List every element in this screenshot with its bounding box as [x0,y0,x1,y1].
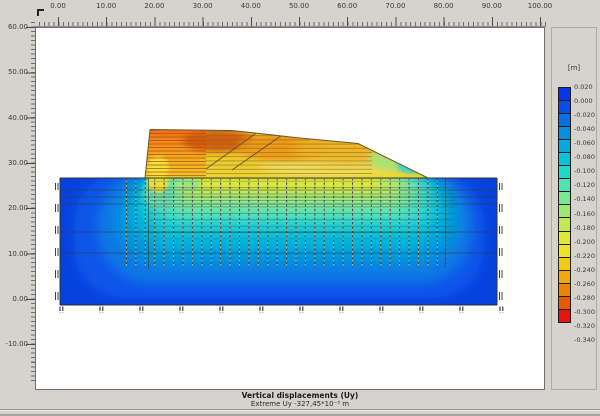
top-ruler-label: 30.00 [193,2,213,10]
top-ruler-label: 50.00 [289,2,309,10]
colorbar-cell [558,191,571,205]
soil-block [60,169,497,305]
colorbar-value: -0.060 [574,139,595,147]
top-ruler-label: 90.00 [482,2,502,10]
top-ruler-ticks [35,13,546,27]
colorbar-value: -0.120 [574,181,595,189]
legend-panel: [m] 0.020 0.000 -0.020 -0.040 -0.060 -0.080 -0… [551,27,597,390]
colorbar-cell [558,152,571,166]
colorbar-value: -0.160 [574,210,595,218]
right-roller-symbols [499,183,505,307]
colorbar-cell [558,217,571,231]
colorbar-value: -0.300 [574,308,595,316]
left-ruler-label: 20.00 [8,204,28,212]
plot-canvas[interactable] [35,27,545,390]
embankment [144,128,431,180]
legend-colorbar [558,87,571,323]
top-ruler: 0.00 10.00 20.00 30.00 40.00 50.00 60.00… [35,2,547,12]
colorbar-cell [558,126,571,140]
legend-unit-label: [m] [552,64,596,72]
colorbar-cell [558,165,571,179]
colorbar-cell [558,178,571,192]
colorbar-cell [558,296,571,310]
top-ruler-label: 40.00 [241,2,261,10]
top-ruler-label: 10.00 [96,2,116,10]
displacement-contour-plot [36,28,544,389]
left-ruler-label: 50.00 [8,68,28,76]
plot-title: Vertical displacements (Uy) [0,391,600,400]
vertical-drains [124,179,447,267]
top-ruler-label: 100.00 [528,2,553,10]
colorbar-cell [558,87,571,101]
top-ruler-label: 60.00 [337,2,357,10]
left-roller-symbols [54,183,60,307]
colorbar-value: -0.280 [574,294,595,302]
colorbar-value: -0.240 [574,266,595,274]
statusbar-divider-highlight [0,410,600,411]
colorbar-value: -0.260 [574,280,595,288]
colorbar-value: 0.000 [574,97,593,105]
left-ruler-label: -10.00 [5,340,28,348]
colorbar-cell [558,244,571,258]
colorbar-value: -0.320 [574,322,595,330]
colorbar-value: -0.100 [574,167,595,175]
colorbar-cell [558,231,571,245]
colorbar-value: -0.220 [574,252,595,260]
left-ruler-ticks [26,22,35,388]
extreme-value-label: Extreme Uy -327,45*10⁻³ m [0,400,600,408]
left-ruler: 60.00 50.00 40.00 30.00 20.00 10.00 0.00… [4,22,28,362]
colorbar-cell [558,309,571,323]
colorbar-value: -0.040 [574,125,595,133]
colorbar-cell [558,100,571,114]
colorbar-cell [558,139,571,153]
colorbar-value: -0.020 [574,111,595,119]
colorbar-cell [558,283,571,297]
colorbar-cell [558,204,571,218]
legend-labels: 0.0200.000-0.020-0.040-0.060-0.080-0.100… [574,87,598,347]
embankment-layer-lines [206,131,372,177]
left-ruler-label: 30.00 [8,159,28,167]
top-ruler-label: 20.00 [144,2,164,10]
colorbar-value: -0.080 [574,153,595,161]
colorbar-value: -0.200 [574,238,595,246]
left-ruler-label: 40.00 [8,114,28,122]
colorbar-value: -0.340 [574,336,595,344]
plot-caption: Vertical displacements (Uy) Extreme Uy -… [0,391,600,408]
left-ruler-label: 10.00 [8,250,28,258]
bottom-fixity-symbols [58,307,504,313]
colorbar-cell [558,257,571,271]
plaxis-output-window: { "rulers": { "top": {"labels": ["0.00",… [0,0,600,416]
top-ruler-label: 0.00 [50,2,66,10]
left-ruler-label: 60.00 [8,23,28,31]
colorbar-value: -0.180 [574,224,595,232]
colorbar-value: 0.020 [574,83,593,91]
top-ruler-label: 80.00 [434,2,454,10]
reinforcement-layers [146,130,206,177]
colorbar-cell [558,113,571,127]
colorbar-value: -0.140 [574,195,595,203]
colorbar-cell [558,270,571,284]
top-ruler-label: 70.00 [385,2,405,10]
